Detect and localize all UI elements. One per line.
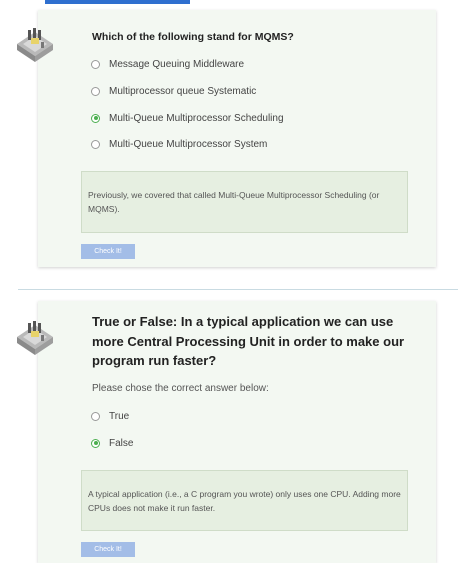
feedback-box: Previously, we covered that called Multi… bbox=[81, 171, 408, 233]
feedback-text: Previously, we covered that called Multi… bbox=[88, 190, 380, 214]
processor-chip-icon bbox=[13, 315, 57, 359]
radio-button-selected[interactable] bbox=[91, 113, 100, 123]
radio-button[interactable] bbox=[91, 139, 100, 149]
processor-chip-icon bbox=[13, 22, 57, 66]
top-accent-bar bbox=[45, 0, 190, 4]
option-label: False bbox=[109, 437, 134, 449]
answer-option[interactable]: False bbox=[91, 435, 133, 451]
feedback-box: A typical application (i.e., a C program… bbox=[81, 470, 408, 531]
answer-prompt: Please chose the correct answer below: bbox=[92, 383, 269, 394]
question-text: True or False: In a typical application … bbox=[92, 314, 405, 368]
option-label: Multi-Queue Multiprocessor Scheduling bbox=[109, 112, 284, 124]
option-label: Multi-Queue Multiprocessor System bbox=[109, 138, 268, 150]
radio-button-selected[interactable] bbox=[91, 438, 100, 448]
radio-button[interactable] bbox=[91, 59, 100, 69]
answer-option[interactable]: Message Queuing Middleware bbox=[91, 56, 244, 72]
option-label: Multiprocessor queue Systematic bbox=[109, 85, 257, 97]
answer-option[interactable]: True bbox=[91, 408, 129, 424]
feedback-text: A typical application (i.e., a C program… bbox=[88, 488, 401, 513]
section-divider bbox=[18, 289, 458, 290]
answer-option[interactable]: Multi-Queue Multiprocessor Scheduling bbox=[91, 110, 284, 126]
check-it-button[interactable]: Check It! bbox=[81, 244, 135, 259]
question-text: Which of the following stand for MQMS? bbox=[92, 31, 294, 43]
option-label: True bbox=[109, 410, 130, 422]
radio-button[interactable] bbox=[91, 86, 100, 96]
check-it-button[interactable]: Check It! bbox=[81, 542, 135, 557]
answer-option[interactable]: Multiprocessor queue Systematic bbox=[91, 83, 256, 99]
radio-button[interactable] bbox=[91, 411, 100, 421]
option-label: Message Queuing Middleware bbox=[109, 58, 245, 70]
answer-option[interactable]: Multi-Queue Multiprocessor System bbox=[91, 136, 267, 152]
